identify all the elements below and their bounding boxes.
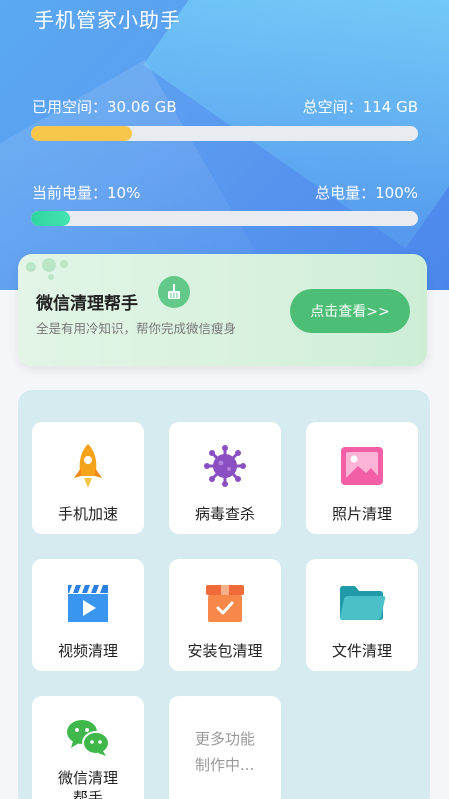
virus-icon <box>201 442 249 490</box>
tool-wechat-clean[interactable]: 微信清理 帮手 <box>32 696 144 799</box>
tool-virus-scan[interactable]: 病毒查杀 <box>169 422 281 534</box>
decor-bubble <box>42 258 56 272</box>
promo-title: 微信清理帮手 <box>36 294 138 314</box>
header-background <box>0 0 449 290</box>
tool-more-coming-soon: 更多功能 制作中... <box>169 696 281 799</box>
app-title: 手机管家小助手 <box>34 8 181 32</box>
broom-icon <box>158 276 190 308</box>
wechat-cleaner-promo-card[interactable]: 微信清理帮手 全是有用冷知识，帮你完成微信瘦身 点击查看>> <box>18 254 427 366</box>
video-icon <box>64 579 112 627</box>
tool-package-clean[interactable]: 安装包清理 <box>169 559 281 671</box>
battery-stats: 当前电量：10% 总电量：100% <box>32 182 418 203</box>
decor-bubble <box>26 262 36 272</box>
battery-progress-bar <box>31 211 418 226</box>
tool-label: 微信清理 帮手 <box>57 769 118 799</box>
decor-bubble <box>60 260 68 268</box>
tool-label: 手机加速 <box>57 505 118 523</box>
storage-progress-fill <box>31 126 132 141</box>
storage-used-label: 已用空间：30.06 GB <box>32 98 177 116</box>
folder-icon <box>338 579 386 627</box>
tools-grid-panel: 手机加速 病毒查杀 照片清理 视频清理 安装包清理 文件清理 微信清理 帮手 更… <box>18 390 430 799</box>
tool-label: 文件清理 <box>331 642 392 660</box>
tool-label: 安装包清理 <box>187 642 263 660</box>
tool-label: 照片清理 <box>331 505 392 523</box>
battery-progress-fill <box>31 211 70 226</box>
tool-label: 视频清理 <box>57 642 118 660</box>
rocket-icon <box>64 442 112 490</box>
storage-stats: 已用空间：30.06 GB 总空间：114 GB <box>32 96 418 117</box>
battery-current-label: 当前电量：10% <box>32 184 141 202</box>
tool-label: 更多功能 制作中... <box>194 730 255 774</box>
package-icon <box>201 579 249 627</box>
photo-icon <box>338 442 386 490</box>
tool-photo-clean[interactable]: 照片清理 <box>306 422 418 534</box>
view-details-button[interactable]: 点击查看>> <box>290 289 410 333</box>
tool-video-clean[interactable]: 视频清理 <box>32 559 144 671</box>
decor-bubble <box>48 274 54 280</box>
tool-file-clean[interactable]: 文件清理 <box>306 559 418 671</box>
storage-progress-bar <box>31 126 418 141</box>
battery-total-label: 总电量：100% <box>315 184 418 202</box>
wechat-icon <box>64 716 112 758</box>
tool-phone-boost[interactable]: 手机加速 <box>32 422 144 534</box>
tool-label: 病毒查杀 <box>194 505 255 523</box>
promo-subtitle: 全是有用冷知识，帮你完成微信瘦身 <box>36 321 237 336</box>
storage-total-label: 总空间：114 GB <box>302 98 418 116</box>
